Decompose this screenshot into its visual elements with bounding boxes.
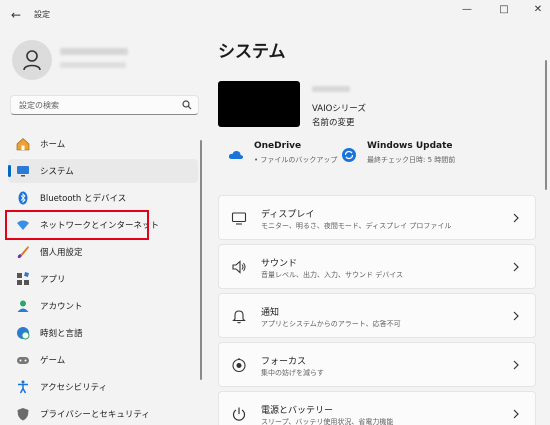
chevron-right-icon: [513, 262, 519, 272]
sidebar-item-system[interactable]: システム: [8, 159, 198, 183]
app-title: 設定: [34, 10, 50, 19]
sidebar-scrollbar[interactable]: [200, 140, 202, 380]
sidebar-item-personalization[interactable]: 個人用設定: [8, 240, 198, 264]
apps-icon: [17, 272, 29, 285]
rename-link[interactable]: 名前の変更: [312, 116, 355, 128]
sidebar-item-accessibility[interactable]: アクセシビリティ: [8, 375, 198, 399]
card-subtitle: 集中の妨げを減らす: [261, 369, 324, 377]
page-title: システム: [218, 42, 286, 62]
speaker-icon: [232, 260, 246, 274]
search-input[interactable]: 設定の検索: [10, 95, 199, 115]
device-model: VAIOシリーズ: [312, 104, 366, 114]
sidebar-item-privacy[interactable]: プライバシーとセキュリティ: [8, 402, 198, 425]
sidebar-item-gaming[interactable]: ゲーム: [8, 348, 198, 372]
card-sound[interactable]: サウンド 音量レベル、出力、入力、サウンド デバイス: [218, 244, 536, 289]
brush-icon: [17, 246, 29, 259]
user-icon: [23, 50, 41, 71]
card-subtitle: スリープ、バッテリ使用状況、省電力機能: [261, 418, 394, 425]
onedrive-subtitle: • ファイルのバックアップ: [254, 156, 338, 164]
display-icon: [231, 212, 247, 225]
sidebar-item-label: ホーム: [40, 140, 66, 150]
card-title: 通知: [261, 308, 280, 318]
card-title: サウンド: [261, 259, 298, 269]
highlight-annotation: [5, 210, 149, 240]
avatar[interactable]: [12, 40, 52, 80]
sidebar-item-label: 時刻と言語: [40, 329, 83, 339]
sidebar-item-label: プライバシーとセキュリティ: [40, 410, 150, 420]
device-image: [218, 81, 300, 127]
power-icon: [232, 407, 246, 421]
sidebar-item-label: アカウント: [40, 302, 83, 312]
sidebar-item-label: アプリ: [40, 275, 66, 285]
sidebar-item-label: ゲーム: [40, 356, 66, 366]
maximize-button[interactable]: □: [489, 2, 519, 18]
bluetooth-icon: [18, 191, 28, 205]
accessibility-icon: [18, 380, 28, 394]
card-title: 電源とバッテリー: [261, 406, 334, 416]
sidebar-item-time-language[interactable]: 時刻と言語: [8, 321, 198, 345]
account-email-redacted: [60, 62, 126, 68]
card-subtitle: アプリとシステムからのアラート、応答不可: [261, 320, 401, 328]
gamepad-icon: [17, 357, 29, 364]
sidebar-item-home[interactable]: ホーム: [8, 132, 198, 156]
search-icon: [182, 100, 192, 110]
cloud-icon: [228, 150, 244, 159]
bell-icon: [232, 310, 246, 324]
close-button[interactable]: ✕: [523, 2, 550, 18]
card-subtitle: 音量レベル、出力、入力、サウンド デバイス: [261, 271, 404, 279]
globe-clock-icon: [17, 327, 30, 340]
windows-update-title: Windows Update: [367, 141, 453, 151]
sync-icon: [342, 148, 356, 162]
chevron-right-icon: [513, 311, 519, 321]
active-indicator: [8, 165, 11, 177]
chevron-right-icon: [513, 409, 519, 419]
card-title: フォーカス: [261, 357, 307, 367]
device-name-redacted: [312, 86, 350, 92]
sidebar-item-apps[interactable]: アプリ: [8, 267, 198, 291]
card-notifications[interactable]: 通知 アプリとシステムからのアラート、応答不可: [218, 293, 536, 338]
chevron-right-icon: [513, 213, 519, 223]
windows-update-subtitle: 最終チェック日時: 5 時間前: [367, 156, 456, 164]
title-bar: ← 設定 — □ ✕: [0, 0, 550, 30]
sidebar-item-label: システム: [40, 167, 74, 177]
home-icon: [16, 138, 30, 151]
main-scrollbar[interactable]: [545, 60, 547, 190]
shield-icon: [17, 408, 29, 421]
card-title: ディスプレイ: [261, 210, 315, 220]
sidebar-item-label: Bluetooth とデバイス: [40, 194, 127, 204]
card-power[interactable]: 電源とバッテリー スリープ、バッテリ使用状況、省電力機能: [218, 391, 536, 425]
sidebar-item-label: 個人用設定: [40, 248, 83, 258]
sidebar-item-accounts[interactable]: アカウント: [8, 294, 198, 318]
sidebar-item-label: アクセシビリティ: [40, 383, 108, 393]
onedrive-title: OneDrive: [254, 141, 302, 151]
card-display[interactable]: ディスプレイ モニター、明るさ、夜間モード、ディスプレイ プロファイル: [218, 195, 536, 240]
search-placeholder: 設定の検索: [19, 101, 59, 110]
sidebar-item-bluetooth[interactable]: Bluetooth とデバイス: [8, 186, 198, 210]
minimize-button[interactable]: —: [452, 2, 482, 18]
focus-icon: [232, 358, 246, 373]
account-icon: [17, 300, 29, 312]
card-subtitle: モニター、明るさ、夜間モード、ディスプレイ プロファイル: [261, 222, 452, 230]
chevron-right-icon: [513, 360, 519, 370]
system-icon: [17, 166, 29, 177]
back-button[interactable]: ←: [8, 7, 24, 23]
account-name-redacted: [60, 48, 128, 55]
card-focus[interactable]: フォーカス 集中の妨げを減らす: [218, 342, 536, 387]
